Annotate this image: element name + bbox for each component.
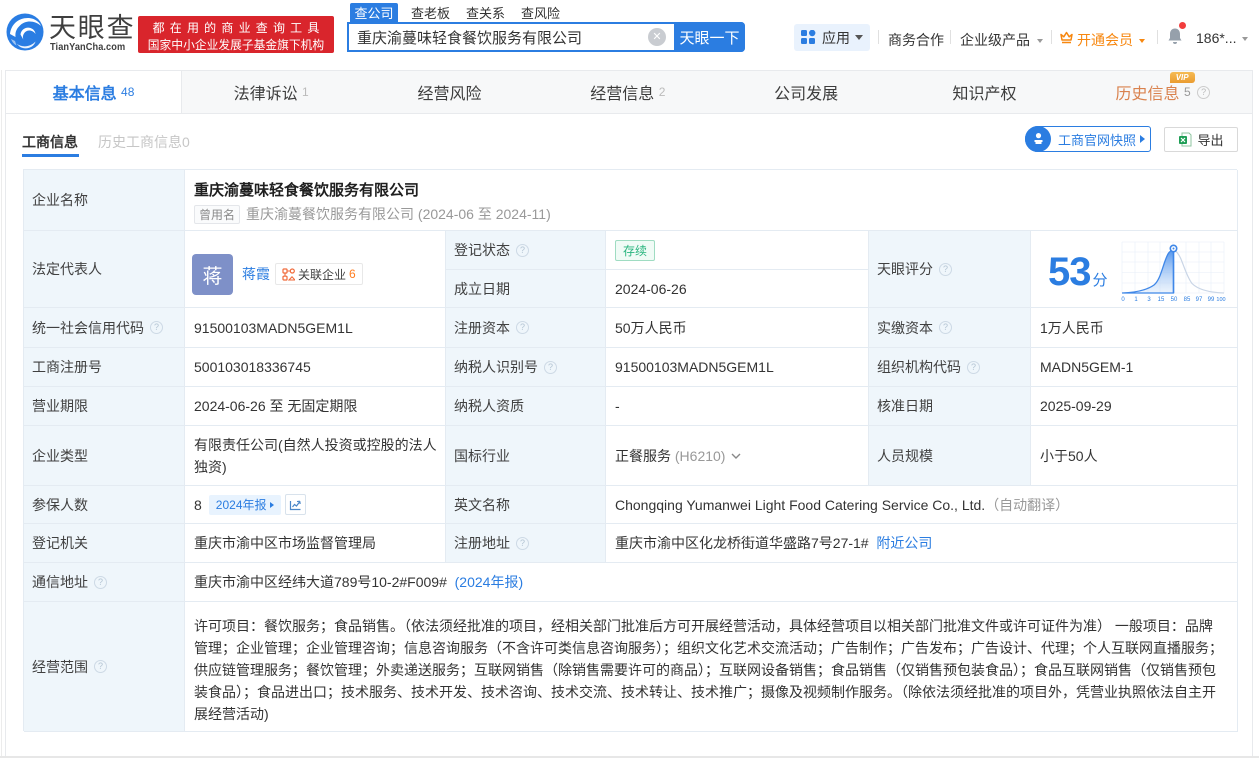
svg-text:3: 3	[1147, 297, 1151, 303]
svg-text:99: 99	[1208, 297, 1215, 303]
svg-text:0: 0	[1121, 297, 1125, 303]
svg-text:97: 97	[1196, 297, 1203, 303]
svg-text:100: 100	[1216, 297, 1225, 303]
svg-text:50: 50	[1171, 297, 1178, 303]
svg-text:15: 15	[1158, 297, 1165, 303]
svg-text:1: 1	[1134, 297, 1138, 303]
svg-text:85: 85	[1184, 297, 1191, 303]
